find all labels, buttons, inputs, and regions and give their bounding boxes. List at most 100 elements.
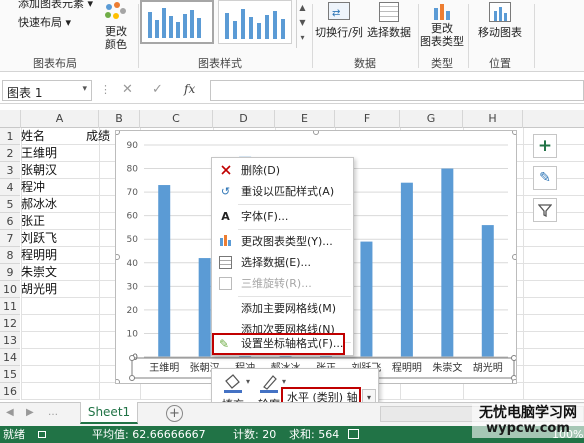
status-sum: 求和: 564 — [289, 428, 340, 441]
data-group-label: 数据 — [354, 57, 376, 70]
change-chart-type-button[interactable]: 更改 图表类型 — [420, 0, 464, 54]
chart-resize-handle — [512, 129, 518, 135]
quick-layout-button[interactable]: 快速布局 ▾ — [0, 16, 96, 29]
chart-styles-group-label: 图表样式 — [198, 57, 242, 70]
menu-item-font[interactable]: A 字体(F)... — [212, 206, 353, 227]
macro-record-icon[interactable] — [38, 431, 46, 438]
menu-item-add-major-gridlines[interactable]: 添加主要网格线(M) — [212, 298, 353, 319]
cell-name[interactable]: 郝冰冰 — [21, 196, 57, 213]
move-chart-button[interactable]: 移动图表 — [470, 0, 530, 50]
x-tick-label: 王维明 — [149, 361, 179, 374]
sheet-tab-sheet1[interactable]: Sheet1 — [80, 402, 138, 424]
bar — [198, 258, 211, 357]
menu-item-reset-style[interactable]: ↺ 重设以匹配样式(A) — [212, 181, 353, 202]
x-tick-label: 朱崇文 — [432, 361, 462, 374]
formula-input[interactable] — [210, 80, 584, 101]
chart-elements-button[interactable]: + — [533, 134, 557, 158]
ready-status: 就绪 — [3, 428, 25, 441]
chart-style-thumbnail[interactable] — [218, 0, 292, 44]
menu-item-change-chart-type[interactable]: 更改图表类型(Y)... — [212, 231, 353, 252]
cancel-icon[interactable]: ✕ — [122, 82, 133, 97]
switch-row-column-button[interactable]: ⇄ 切换行/列 — [314, 0, 364, 50]
tab-more-icon[interactable]: … — [48, 407, 58, 418]
cell-name[interactable]: 王维明 — [21, 145, 57, 162]
fill-dropdown-icon[interactable]: ▾ — [246, 377, 250, 386]
column-header[interactable]: C — [140, 110, 213, 128]
add-chart-element-button[interactable]: 添加图表元素 ▾ — [0, 0, 96, 10]
pen-outline-icon — [260, 375, 278, 393]
ribbon: 添加图表元素 ▾ 快速布局 ▾ 更改 颜色 图表布局 ▲▼▾ 图表样式 ⇄ — [0, 0, 584, 72]
column-header[interactable]: D — [213, 110, 275, 128]
chart-style-gallery[interactable] — [140, 0, 300, 48]
cell-a1[interactable]: 姓名 — [21, 128, 45, 145]
watermark: 无忧电脑学习网 wypcw.com — [472, 404, 584, 438]
column-header[interactable]: F — [335, 110, 400, 128]
column-header[interactable]: H — [463, 110, 523, 128]
select-data-icon — [219, 256, 232, 269]
tab-prev-icon[interactable]: ◀ — [6, 407, 14, 418]
chart-layout-group-label: 图表布局 — [33, 57, 77, 70]
change-chart-type-icon — [432, 2, 452, 20]
chart-resize-handle — [114, 254, 120, 260]
menu-item-select-data[interactable]: 选择数据(E)... — [212, 252, 353, 273]
cell-b1[interactable]: 成绩 — [86, 128, 110, 145]
selection-handle — [129, 355, 135, 361]
enter-icon[interactable]: ✓ — [152, 82, 163, 97]
y-tick-label: 20 — [127, 306, 139, 316]
format-axis-icon: ✎ — [219, 337, 230, 351]
insert-function-icon[interactable]: fx — [184, 82, 195, 96]
selection-handle — [511, 355, 517, 361]
brush-icon: ✎ — [539, 170, 551, 186]
cell-name[interactable]: 张正 — [21, 213, 45, 230]
chart-resize-handle — [114, 379, 120, 385]
outline-dropdown-icon[interactable]: ▾ — [282, 377, 286, 386]
type-group-label: 类型 — [431, 57, 453, 70]
normal-view-icon[interactable] — [348, 429, 359, 439]
cell-name[interactable]: 程冲 — [21, 179, 45, 196]
menu-item-3d-rotation[interactable]: 三维旋转(R)... — [212, 273, 353, 294]
bar — [360, 241, 373, 357]
filter-icon — [537, 204, 553, 218]
column-header[interactable]: E — [275, 110, 335, 128]
column-header[interactable]: G — [400, 110, 463, 128]
chart-style-thumbnail[interactable] — [140, 0, 214, 44]
palette-icon — [104, 2, 128, 22]
column-header[interactable]: B — [99, 110, 140, 128]
add-sheet-button[interactable]: + — [166, 405, 183, 422]
select-all-corner[interactable] — [0, 110, 21, 128]
formula-bar: 图表 1 ▾ ⋮ ✕ ✓ fx — [0, 78, 584, 104]
cell-name[interactable]: 张朝汉 — [21, 162, 57, 179]
cell-name[interactable]: 朱崇文 — [21, 264, 57, 281]
chart-type-icon — [219, 235, 232, 248]
reset-style-icon: ↺ — [220, 185, 231, 198]
menu-item-format-axis[interactable]: ✎ 设置坐标轴格式(F)... — [212, 333, 345, 355]
select-data-icon — [379, 2, 399, 22]
column-header[interactable]: A — [21, 110, 99, 128]
font-icon: A — [221, 210, 230, 223]
cell-name[interactable]: 胡光明 — [21, 281, 57, 298]
y-tick-label: 80 — [127, 165, 139, 175]
y-tick-label: 70 — [127, 188, 139, 198]
switch-row-column-icon: ⇄ — [328, 2, 350, 20]
x-tick-label: 程明明 — [392, 362, 422, 374]
delete-icon — [219, 164, 232, 177]
context-menu: 删除(D) ↺ 重设以匹配样式(A) A 字体(F)... 更改图表类型(Y)...… — [211, 157, 354, 356]
chart-styles-button[interactable]: ✎ — [533, 166, 557, 190]
chart-filters-button[interactable] — [533, 198, 557, 222]
gallery-scroll-buttons[interactable]: ▲ ▼ ▾ — [296, 0, 308, 48]
paint-bucket-icon — [224, 374, 242, 393]
options-dots: ⋮ — [100, 83, 111, 96]
tab-next-icon[interactable]: ▶ — [26, 407, 34, 418]
name-box[interactable]: 图表 1 ▾ — [2, 80, 92, 101]
status-average: 平均值: 62.66666667 — [92, 428, 206, 441]
selection-handle — [129, 375, 135, 381]
cell-name[interactable]: 刘跃飞 — [21, 230, 57, 247]
menu-item-delete[interactable]: 删除(D) — [212, 160, 353, 181]
cell-name[interactable]: 程明明 — [21, 247, 57, 264]
select-data-button[interactable]: 选择数据 — [364, 0, 414, 50]
y-tick-label: 60 — [127, 212, 139, 222]
bar — [400, 182, 413, 357]
chart-resize-handle — [313, 129, 319, 135]
y-tick-label: 90 — [127, 141, 139, 151]
change-colors-button[interactable]: 更改 颜色 — [96, 0, 136, 52]
